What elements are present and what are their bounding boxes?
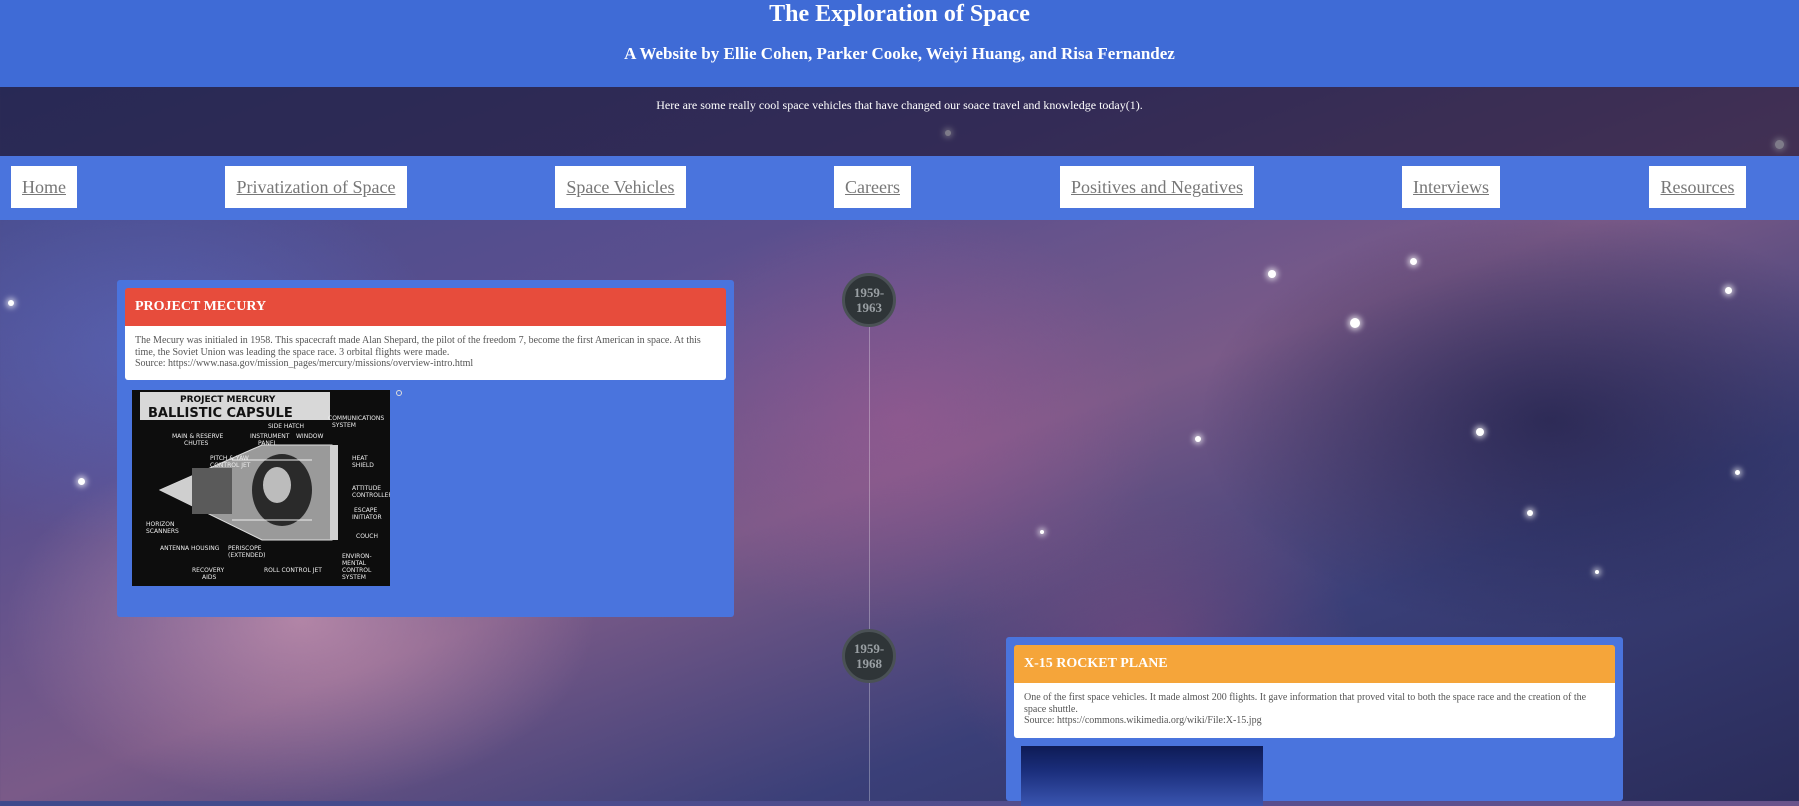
svg-text:SYSTEM: SYSTEM (332, 422, 356, 429)
nav-link-interviews[interactable]: Interviews (1402, 166, 1500, 208)
card-source: Source: https://commons.wikimedia.org/wi… (1024, 715, 1262, 726)
nav-link-resources[interactable]: Resources (1649, 166, 1746, 208)
svg-text:ATTITUDE: ATTITUDE (352, 485, 381, 492)
svg-text:CONTROL JET: CONTROL JET (210, 462, 251, 469)
main-nav: Home Privatization of Space Space Vehicl… (0, 156, 1799, 220)
nav-link-positives-and-negatives[interactable]: Positives and Negatives (1060, 166, 1254, 208)
card-title: X-15 ROCKET PLANE (1014, 645, 1615, 683)
svg-text:MENTAL: MENTAL (342, 560, 367, 567)
diagram-header-1: PROJECT MERCURY (180, 395, 276, 405)
svg-text:PERISCOPE: PERISCOPE (228, 545, 262, 552)
capsule-diagram: PROJECT MERCURY BALLISTIC CAPSULE COMMUN… (132, 390, 390, 586)
x15-rocket-plane-image (1021, 746, 1263, 806)
page-subtitle: A Website by Ellie Cohen, Parker Cooke, … (624, 44, 1175, 63)
svg-text:INITIATOR: INITIATOR (352, 514, 382, 521)
date-badge: 1959- 1963 (842, 273, 896, 327)
nav-link-privatization-of-space[interactable]: Privatization of Space (225, 166, 407, 208)
timeline-card-project-mercury: PROJECT MECURY The Mecury was initialed … (117, 280, 734, 617)
svg-text:COMMUNICATIONS: COMMUNICATIONS (328, 415, 384, 422)
nav-link-careers[interactable]: Careers (834, 166, 911, 208)
svg-text:ESCAPE: ESCAPE (354, 507, 378, 514)
svg-text:INSTRUMENT: INSTRUMENT (250, 433, 290, 440)
svg-text:WINDOW: WINDOW (296, 433, 324, 440)
svg-text:HEAT: HEAT (352, 455, 368, 462)
timeline-line (869, 300, 870, 801)
svg-text:(EXTENDED): (EXTENDED) (228, 552, 265, 559)
svg-text:ENVIRON-: ENVIRON- (342, 553, 372, 560)
card-body: The Mecury was initialed in 1958. This s… (125, 326, 726, 380)
intro-text: Here are some really cool space vehicles… (656, 98, 1143, 112)
diagram-header-2: BALLISTIC CAPSULE (148, 406, 293, 421)
image-marker-icon (396, 390, 402, 396)
svg-text:SIDE HATCH: SIDE HATCH (268, 423, 304, 430)
date-start: 1959- (853, 641, 885, 656)
svg-text:RECOVERY: RECOVERY (192, 567, 224, 574)
card-source: Source: https://www.nasa.gov/mission_pag… (135, 358, 474, 369)
svg-text:SCANNERS: SCANNERS (146, 528, 179, 535)
svg-text:COUCH: COUCH (356, 533, 378, 540)
card-title: PROJECT MECURY (125, 288, 726, 326)
nav-link-space-vehicles[interactable]: Space Vehicles (555, 166, 686, 208)
card-body: One of the first space vehicles. It made… (1014, 683, 1615, 738)
date-start: 1959- (853, 285, 885, 300)
svg-text:AIDS: AIDS (202, 574, 216, 581)
timeline-card-x15-rocket-plane: X-15 ROCKET PLANE One of the first space… (1006, 637, 1623, 806)
date-end: 1968 (856, 656, 882, 671)
nav-link-home[interactable]: Home (11, 166, 77, 208)
card-description: One of the first space vehicles. It made… (1024, 692, 1587, 715)
date-badge: 1959- 1968 (842, 629, 896, 683)
svg-text:ROLL CONTROL JET: ROLL CONTROL JET (264, 567, 322, 574)
svg-text:CONTROLLER: CONTROLLER (352, 492, 390, 499)
site-header: The Exploration of Space A Website by El… (0, 0, 1799, 87)
svg-text:SYSTEM: SYSTEM (342, 574, 366, 581)
svg-text:PANEL: PANEL (258, 440, 278, 447)
svg-text:HORIZON: HORIZON (146, 521, 175, 528)
svg-text:ANTENNA HOUSING: ANTENNA HOUSING (160, 545, 220, 552)
page-title: The Exploration of Space (769, 1, 1030, 27)
card-description: The Mecury was initialed in 1958. This s… (135, 335, 701, 358)
svg-text:SHIELD: SHIELD (352, 462, 374, 469)
date-end: 1963 (856, 300, 882, 315)
svg-text:CHUTES: CHUTES (184, 440, 209, 447)
svg-text:CONTROL: CONTROL (342, 567, 372, 574)
svg-text:MAIN & RESERVE: MAIN & RESERVE (172, 433, 224, 440)
svg-text:PITCH & YAW: PITCH & YAW (210, 455, 249, 462)
mercury-capsule-image: PROJECT MERCURY BALLISTIC CAPSULE COMMUN… (132, 390, 390, 586)
